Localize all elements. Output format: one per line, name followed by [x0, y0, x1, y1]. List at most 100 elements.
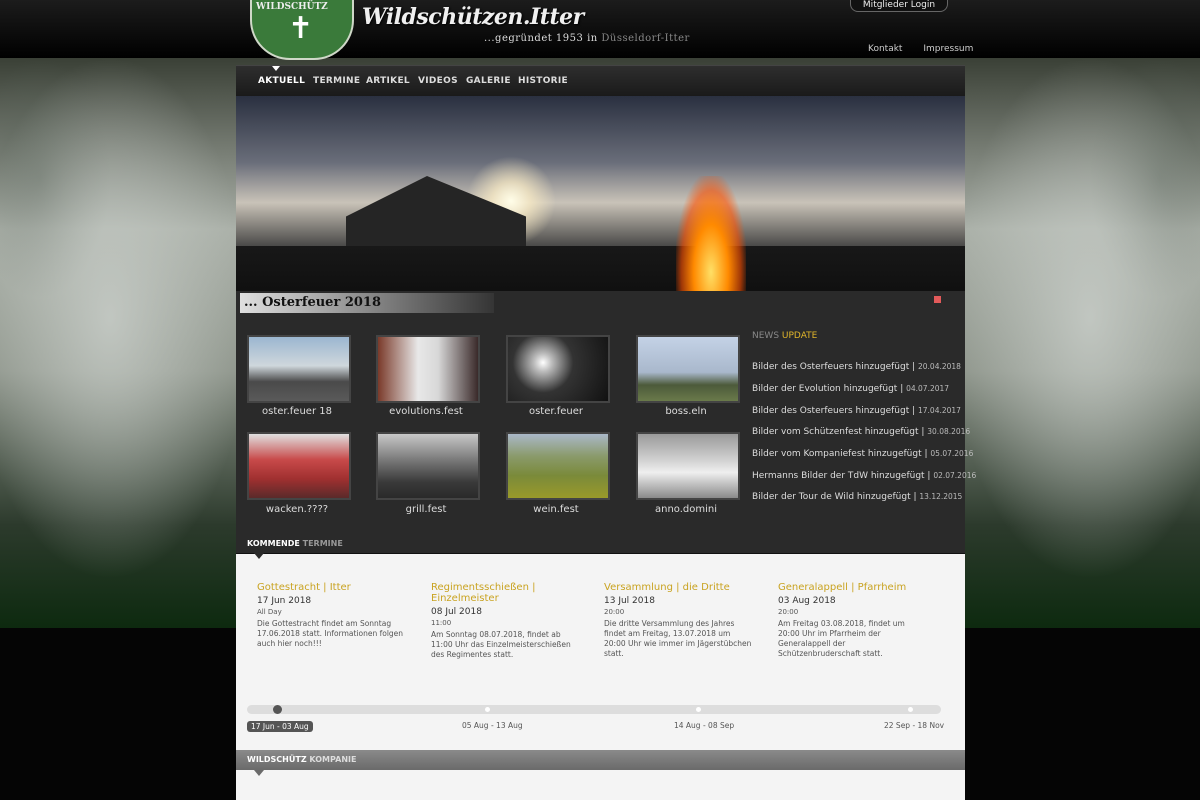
- event-title[interactable]: Generalappell | Pfarrheim: [778, 582, 928, 593]
- news-text[interactable]: Bilder vom Kompaniefest hinzugefügt: [752, 449, 922, 459]
- news-text[interactable]: Hermanns Bilder der TdW hinzugefügt: [752, 471, 925, 481]
- event-description: Am Freitag 03.08.2018, findet um 20:00 U…: [778, 619, 905, 658]
- nav-item-termine[interactable]: TERMINE: [313, 76, 360, 86]
- timeline-dot[interactable]: [908, 707, 913, 712]
- gallery-thumb[interactable]: [506, 335, 610, 403]
- link-impressum[interactable]: Impressum: [923, 44, 973, 54]
- timeline-dot-active[interactable]: [273, 705, 282, 714]
- gallery-label[interactable]: grill.fest: [374, 504, 478, 515]
- site-title[interactable]: Wildschützen.Itter: [362, 4, 584, 30]
- events-heading: KOMMENDE TERMINE: [247, 539, 343, 548]
- news-item[interactable]: Bilder der Evolution hinzugefügt | 04.07…: [752, 384, 949, 394]
- event-card[interactable]: Gottestracht | Itter 17 Jun 2018 All Day…: [257, 582, 407, 649]
- news-text[interactable]: Bilder der Tour de Wild hinzugefügt: [752, 492, 911, 502]
- event-title[interactable]: Versammlung | die Dritte: [604, 582, 754, 593]
- events-heading-dim: TERMINE: [302, 539, 343, 548]
- company-caret-icon: [254, 770, 264, 776]
- timeline-label-active[interactable]: 17 Jun - 03 Aug: [247, 721, 313, 732]
- timeline-track[interactable]: [247, 705, 941, 714]
- event-time: 20:00: [778, 608, 799, 616]
- event-card[interactable]: Versammlung | die Dritte 13 Jul 2018 20:…: [604, 582, 754, 659]
- news-item[interactable]: Bilder des Osterfeuers hinzugefügt | 17.…: [752, 406, 961, 416]
- events-caret-icon: [254, 553, 264, 559]
- gallery-label[interactable]: evolutions.fest: [374, 406, 478, 417]
- event-date: 17 Jun 2018: [257, 596, 312, 606]
- news-item[interactable]: Bilder der Tour de Wild hinzugefügt | 13…: [752, 492, 962, 502]
- main-nav: AKTUELL TERMINE ARTIKEL VIDEOS GALERIE H…: [236, 65, 965, 96]
- news-item[interactable]: Bilder des Osterfeuers hinzugefügt | 20.…: [752, 362, 961, 372]
- event-description: Am Sonntag 08.07.2018, findet ab 11:00 U…: [431, 630, 571, 659]
- gallery-label[interactable]: oster.feuer 18: [245, 406, 349, 417]
- news-text[interactable]: Bilder des Osterfeuers hinzugefügt: [752, 362, 909, 372]
- cross-icon: ✝: [288, 11, 314, 46]
- club-logo[interactable]: WILDSCHÜTZ ✝: [250, 0, 354, 60]
- link-kontakt[interactable]: Kontakt: [868, 44, 902, 54]
- event-description: Die Gottestracht findet am Sonntag 17.06…: [257, 619, 404, 648]
- nav-item-galerie[interactable]: GALERIE: [466, 76, 511, 86]
- news-heading: NEWS UPDATE: [752, 331, 817, 341]
- gallery-thumb[interactable]: [506, 432, 610, 500]
- hero-fire: [676, 176, 746, 296]
- gallery-label[interactable]: oster.feuer: [504, 406, 608, 417]
- timeline-label[interactable]: 14 Aug - 08 Sep: [674, 721, 734, 730]
- gallery-thumb[interactable]: [636, 432, 740, 500]
- news-date: 13.12.2015: [919, 492, 963, 501]
- event-time: 11:00: [431, 619, 452, 627]
- event-card[interactable]: Generalappell | Pfarrheim 03 Aug 2018 20…: [778, 582, 928, 659]
- top-links: Kontakt Impressum: [868, 44, 991, 54]
- events-heading-label: KOMMENDE: [247, 539, 303, 548]
- news-date: 20.04.2018: [918, 362, 961, 371]
- news-text[interactable]: Bilder vom Schützenfest hinzugefügt: [752, 427, 919, 437]
- event-date: 03 Aug 2018: [778, 596, 836, 606]
- gallery-thumb[interactable]: [636, 335, 740, 403]
- hero-slider[interactable]: ... Osterfeuer 2018: [236, 96, 965, 318]
- gallery-thumb[interactable]: [376, 432, 480, 500]
- event-card[interactable]: Regimentsschießen | Einzelmeister 08 Jul…: [431, 582, 581, 660]
- timeline-label[interactable]: 05 Aug - 13 Aug: [462, 721, 523, 730]
- site-subtitle: ...gegründet 1953 in Düsseldorf-Itter: [484, 33, 690, 44]
- company-heading-dim: KOMPANIE: [309, 755, 357, 764]
- news-text[interactable]: Bilder des Osterfeuers hinzugefügt: [752, 406, 909, 416]
- news-date: 30.08.2016: [927, 427, 971, 436]
- events-heading-bar: KOMMENDE TERMINE: [236, 535, 965, 554]
- event-time: 20:00: [604, 608, 625, 616]
- news-text[interactable]: Bilder der Evolution hinzugefügt: [752, 384, 897, 394]
- nav-item-historie[interactable]: HISTORIE: [518, 76, 568, 86]
- gallery-thumb[interactable]: [247, 335, 351, 403]
- event-title[interactable]: Gottestracht | Itter: [257, 582, 407, 593]
- gallery-label[interactable]: boss.eln: [634, 406, 738, 417]
- news-item[interactable]: Bilder vom Kompaniefest hinzugefügt | 05…: [752, 449, 973, 459]
- gallery-label[interactable]: wein.fest: [504, 504, 608, 515]
- company-heading-label: WILDSCHÜTZ: [247, 755, 310, 764]
- subtitle-founded: ...gegründet 1953 in: [484, 33, 602, 44]
- gallery-label[interactable]: wacken.????: [245, 504, 349, 515]
- event-time: All Day: [257, 608, 282, 616]
- events-panel: Gottestracht | Itter 17 Jun 2018 All Day…: [236, 554, 965, 750]
- company-heading: WILDSCHÜTZ KOMPANIE: [247, 755, 356, 764]
- hero-crowd: [236, 246, 965, 296]
- timeline-label[interactable]: 22 Sep - 18 Nov: [884, 721, 944, 730]
- news-date: 04.07.2017: [906, 384, 950, 393]
- gallery-thumb[interactable]: [247, 432, 351, 500]
- nav-item-artikel[interactable]: ARTIKEL: [366, 76, 410, 86]
- event-date: 08 Jul 2018: [431, 607, 482, 617]
- gallery-thumb[interactable]: [376, 335, 480, 403]
- company-heading-bar: WILDSCHÜTZ KOMPANIE: [236, 750, 965, 770]
- gallery-label[interactable]: anno.domini: [634, 504, 738, 515]
- event-title[interactable]: Regimentsschießen | Einzelmeister: [431, 582, 581, 604]
- timeline-dot[interactable]: [696, 707, 701, 712]
- news-item[interactable]: Bilder vom Schützenfest hinzugefügt | 30…: [752, 427, 970, 437]
- timeline-dot[interactable]: [485, 707, 490, 712]
- slider-dot[interactable]: [934, 296, 941, 303]
- nav-item-videos[interactable]: VIDEOS: [418, 76, 458, 86]
- news-date: 02.07.2016: [933, 471, 977, 480]
- news-date: 05.07.2016: [930, 449, 974, 458]
- member-login-button[interactable]: Mitglieder Login: [850, 0, 948, 12]
- event-description: Die dritte Versammlung des Jahres findet…: [604, 619, 752, 658]
- news-heading-highlight: UPDATE: [781, 331, 818, 341]
- nav-item-aktuell[interactable]: AKTUELL: [258, 76, 305, 86]
- news-item[interactable]: Hermanns Bilder der TdW hinzugefügt | 02…: [752, 471, 976, 481]
- news-date: 17.04.2017: [918, 406, 961, 415]
- top-header: [0, 0, 1200, 59]
- main-content: AKTUELL TERMINE ARTIKEL VIDEOS GALERIE H…: [236, 65, 976, 800]
